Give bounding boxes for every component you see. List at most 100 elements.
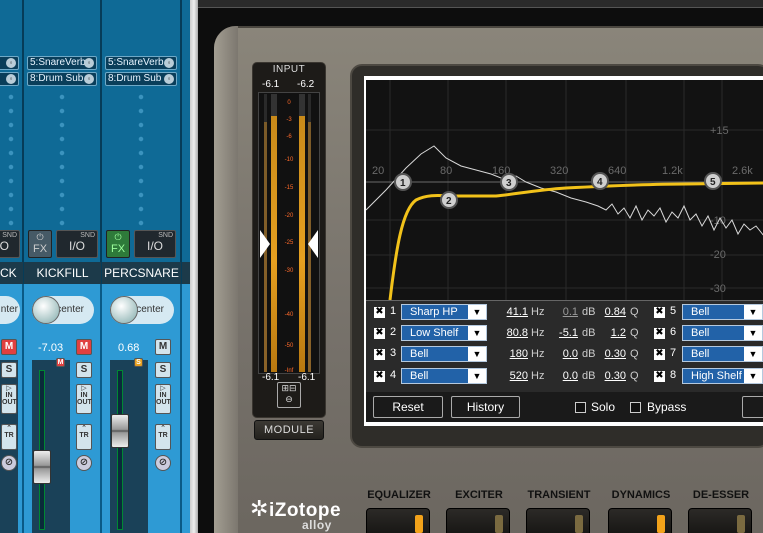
channel-name[interactable]: KICKFILL [24,262,102,284]
track-button[interactable]: ⌃ TR [155,424,171,450]
band-frequency[interactable]: 520 [496,370,528,382]
band-enable-checkbox[interactable]: ✖ [654,328,665,339]
mute-button[interactable]: M [155,339,171,355]
solo-checkbox[interactable] [575,402,586,413]
band-gain[interactable]: 0.0 [552,370,578,382]
send-power-icon[interactable]: ◦ [84,58,94,68]
eq-band-node[interactable]: 3 [500,173,518,191]
module-toggle-button[interactable] [688,508,752,533]
record-arm-icon[interactable]: ⊘ [155,455,171,471]
eq-band-node[interactable]: 4 [591,172,609,190]
pan-control[interactable]: nter [0,296,20,324]
band-type-select[interactable]: Sharp HP ▼ [401,304,487,320]
band-type-select[interactable]: Low Shelf ▼ [401,325,487,341]
window-divider[interactable] [190,0,198,533]
solo-button[interactable]: S [76,362,92,378]
module-button[interactable]: MODULE [254,420,324,440]
send-slot[interactable]: 8:Drum Sub ◦ [105,72,177,86]
bottom-peak-left: -6.1 [262,372,280,383]
band-gain[interactable]: 0.1 [552,306,578,318]
io-button[interactable]: SNDI/O [134,230,176,258]
send-slot[interactable]: ◦ [0,56,19,70]
band-type-select[interactable]: Bell ▼ [401,346,487,362]
eq-node-number: 2 [446,196,452,207]
module-toggle-button[interactable] [446,508,510,533]
history-button[interactable]: History [451,396,520,418]
send-power-icon[interactable]: ◦ [164,74,174,84]
pan-control[interactable]: center [32,296,94,324]
send-slot[interactable]: 8:Drum Sub ◦ [27,72,97,86]
band-q[interactable]: 0.84 [598,306,626,318]
fx-button[interactable]: ⏻ FX [106,230,130,258]
channel-name[interactable]: CK [0,262,24,284]
track-button[interactable]: ⌃ TR [1,424,17,450]
band-frequency[interactable]: 41.1 [496,306,528,318]
band-enable-checkbox[interactable]: ✖ [374,307,385,318]
band-type-select[interactable]: High Shelf ▼ [682,368,763,384]
module-toggle-button[interactable] [366,508,430,533]
band-q[interactable]: 0.30 [598,370,626,382]
band-enable-checkbox[interactable]: ✖ [374,328,385,339]
band-enable-checkbox[interactable]: ✖ [654,349,665,360]
send-power-icon[interactable]: ◦ [84,74,94,84]
mute-indicator: M [56,358,65,367]
chevron-down-icon: ▼ [468,369,486,383]
fx-button[interactable]: ⏻ FX [28,230,52,258]
freq-label: 320 [550,165,568,177]
pan-knob[interactable] [32,296,60,324]
record-arm-icon[interactable]: ⊘ [76,455,92,471]
mute-button[interactable]: M [1,339,17,355]
module-toggle-button[interactable] [526,508,590,533]
band-type-select[interactable]: Bell ▼ [682,325,763,341]
send-slot[interactable]: ◦ [0,72,19,86]
tr-label: TR [4,432,14,439]
send-slot[interactable]: 5:SnareVerb ◦ [27,56,97,70]
input-gain-right-handle[interactable] [308,230,318,258]
volume-fader[interactable] [111,414,129,448]
reset-button[interactable]: Reset [373,396,443,418]
band-q[interactable]: 1.2 [598,327,626,339]
eq-band-node[interactable]: 2 [440,191,458,209]
io-button[interactable]: SNDI/O [0,230,20,258]
band-gain[interactable]: 0.0 [552,348,578,360]
band-enable-checkbox[interactable]: ✖ [374,371,385,382]
eq-graph[interactable]: 20 80 160 320 640 1.2k 2.6k +15 -10 -20 -30 12345 [366,80,763,300]
band-q[interactable]: 0.30 [598,348,626,360]
input-button[interactable]: ▷ IN OUT [76,384,92,414]
bypass-checkbox[interactable] [630,402,641,413]
footer-extra-button[interactable] [742,396,763,418]
band-type-select[interactable]: Bell ▼ [682,346,763,362]
input-button[interactable]: ▷ IN OUT [1,384,17,414]
send-slot[interactable]: 5:SnareVerb ◦ [105,56,177,70]
channel-name[interactable]: PERCSNARE [102,262,182,284]
io-button[interactable]: SNDI/O [56,230,98,258]
record-arm-icon[interactable]: ⊘ [1,455,17,471]
module-toggle-button[interactable] [608,508,672,533]
send-power-icon[interactable]: ◦ [164,58,174,68]
pan-control[interactable]: center [110,296,174,324]
pan-knob[interactable] [110,296,138,324]
band-enable-checkbox[interactable]: ✖ [374,349,385,360]
meter-tick: 0 [287,100,291,106]
volume-fader[interactable] [33,450,51,484]
mute-button[interactable]: M [76,339,92,355]
solo-button[interactable]: S [155,362,171,378]
input-gain-left-handle[interactable] [260,230,270,258]
eq-band-node[interactable]: 1 [394,173,412,191]
send-power-icon[interactable]: ◦ [6,74,16,84]
solo-button[interactable]: S [1,362,17,378]
track-button[interactable]: ⌃ TR [76,424,92,450]
band-gain[interactable]: -5.1 [552,327,578,339]
band-type-select[interactable]: Bell ▼ [401,368,487,384]
band-frequency[interactable]: 180 [496,348,528,360]
play-icon: ▷ [6,385,12,392]
band-type-select[interactable]: Bell ▼ [682,304,763,320]
send-power-icon[interactable]: ◦ [6,58,16,68]
link-icon[interactable]: ⊞⊟ ⊖ [277,382,301,408]
band-frequency[interactable]: 80.8 [496,327,528,339]
band-enable-checkbox[interactable]: ✖ [654,371,665,382]
band-enable-checkbox[interactable]: ✖ [654,307,665,318]
eq-band-node[interactable]: 5 [704,172,722,190]
input-button[interactable]: ▷ IN OUT [155,384,171,414]
logo-sub: alloy [302,518,332,532]
